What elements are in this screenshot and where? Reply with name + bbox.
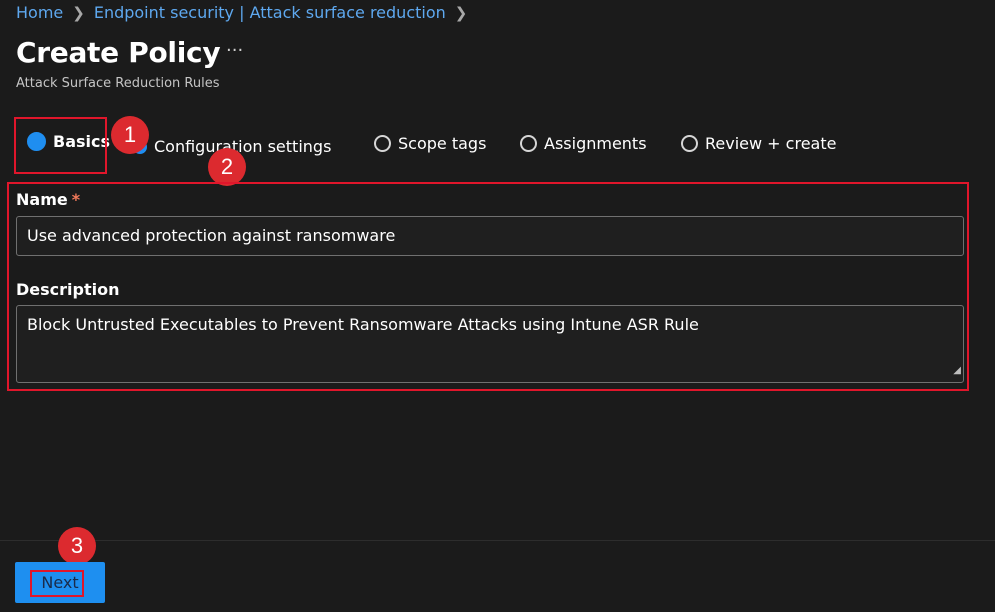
annotation-badge-2: 2 — [208, 148, 246, 186]
description-textarea[interactable]: Block Untrusted Executables to Prevent R… — [16, 305, 964, 383]
annotation-badge-1: 1 — [111, 116, 149, 154]
breadcrumb-home-link[interactable]: Home — [16, 3, 63, 22]
resize-handle-icon[interactable]: ◢ — [953, 361, 961, 381]
chevron-right-icon: ❯ — [72, 3, 85, 22]
tab-review-create-label: Review + create — [705, 134, 837, 153]
tab-assignments-label: Assignments — [544, 134, 647, 153]
next-button-label: Next — [41, 573, 79, 592]
breadcrumb: Home ❯ Endpoint security | Attack surfac… — [16, 3, 476, 22]
annotation-badge-3: 3 — [58, 527, 96, 565]
tab-assignments[interactable]: Assignments — [520, 134, 647, 153]
step-dot-icon — [374, 135, 391, 152]
breadcrumb-endpoint-security-link[interactable]: Endpoint security | Attack surface reduc… — [94, 3, 446, 22]
wizard-steps: Basics Configuration settings Scope tags… — [0, 128, 995, 168]
page-title: Create Policy — [16, 36, 221, 69]
name-input[interactable]: Use advanced protection against ransomwa… — [16, 216, 964, 256]
step-dot-icon — [520, 135, 537, 152]
tab-configuration-settings-label: Configuration settings — [154, 137, 332, 156]
page-subtitle: Attack Surface Reduction Rules — [16, 76, 220, 91]
tab-scope-tags-label: Scope tags — [398, 134, 487, 153]
description-text: Block Untrusted Executables to Prevent R… — [27, 315, 699, 334]
name-field-label: Name * — [16, 190, 80, 209]
required-marker: * — [71, 190, 81, 209]
tab-review-create[interactable]: Review + create — [681, 134, 836, 153]
more-options-icon[interactable]: ··· — [226, 40, 243, 61]
tab-scope-tags[interactable]: Scope tags — [374, 134, 486, 153]
description-field-label: Description — [16, 280, 120, 299]
tab-basics[interactable]: Basics — [27, 132, 110, 151]
step-dot-icon — [681, 135, 698, 152]
chevron-right-icon: ❯ — [454, 3, 468, 22]
step-active-dot-icon — [27, 132, 46, 151]
name-label-text: Name — [16, 190, 68, 209]
next-button[interactable]: Next — [15, 562, 105, 603]
footer-divider — [0, 540, 995, 541]
tab-basics-label: Basics — [53, 132, 111, 151]
